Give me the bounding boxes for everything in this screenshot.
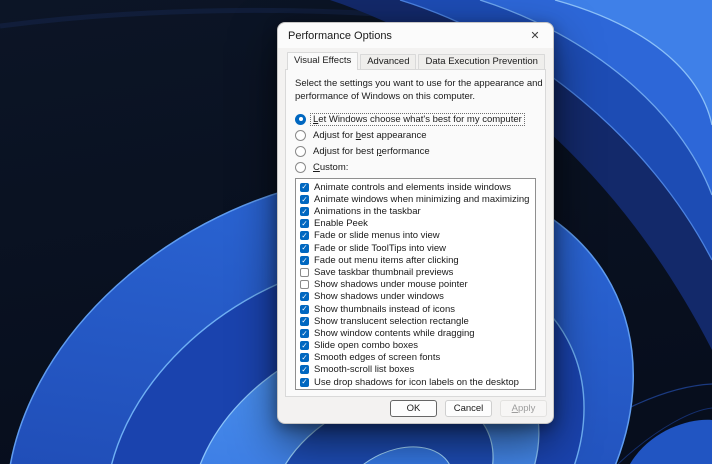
checkbox-checked-icon[interactable]: ✓: [300, 316, 309, 326]
effect-item-animate-controls-and-elements-inside-windows[interactable]: ✓ Animate controls and elements inside wi…: [297, 181, 534, 193]
effect-item-use-drop-shadows-for-icon-labels-on-the-desktop[interactable]: ✓ Use drop shadows for icon labels on the…: [297, 376, 534, 388]
dialog-button-row: OK Cancel Apply: [390, 400, 547, 417]
checkbox-unchecked-icon[interactable]: [300, 267, 309, 277]
effect-item-animate-windows-when-minimizing-and-maximizing[interactable]: ✓ Animate windows when minimizing and max…: [297, 193, 534, 205]
checkbox-checked-icon[interactable]: ✓: [300, 341, 309, 351]
effect-item-show-shadows-under-mouse-pointer[interactable]: Show shadows under mouse pointer: [297, 279, 534, 291]
effect-item-animations-in-the-taskbar[interactable]: ✓ Animations in the taskbar: [297, 205, 534, 217]
effect-item-label: Fade or slide ToolTips into view: [314, 242, 447, 254]
effect-item-label: Slide open combo boxes: [314, 340, 419, 352]
checkbox-checked-icon[interactable]: ✓: [300, 255, 309, 265]
close-icon[interactable]: ✕: [527, 28, 543, 44]
radio-button-icon[interactable]: [295, 113, 306, 125]
effect-item-label: Animations in the taskbar: [314, 206, 421, 218]
checkbox-checked-icon[interactable]: ✓: [300, 194, 309, 204]
radio-button-icon[interactable]: [295, 161, 306, 173]
effect-item-save-taskbar-thumbnail-previews[interactable]: Save taskbar thumbnail previews: [297, 266, 534, 278]
checkbox-checked-icon[interactable]: ✓: [300, 292, 309, 302]
effect-item-label: Show thumbnails instead of icons: [314, 303, 455, 315]
checkbox-checked-icon[interactable]: ✓: [300, 207, 309, 217]
effect-item-label: Show window contents while dragging: [314, 327, 475, 339]
effect-item-fade-or-slide-tooltips-into-view[interactable]: ✓ Fade or slide ToolTips into view: [297, 242, 534, 254]
radio-label: Adjust for best performance: [313, 145, 430, 157]
tab-data-execution-prevention[interactable]: Data Execution Prevention: [418, 54, 545, 69]
radio-label: Custom:: [313, 161, 349, 173]
radio-option-let-windows-choose-what-s-best-for-my-computer[interactable]: Let Windows choose what's best for my co…: [295, 111, 536, 127]
effect-item-show-thumbnails-instead-of-icons[interactable]: ✓ Show thumbnails instead of icons: [297, 303, 534, 315]
checkbox-checked-icon[interactable]: ✓: [300, 243, 309, 253]
effect-item-label: Smooth edges of screen fonts: [314, 352, 441, 364]
checkbox-checked-icon[interactable]: ✓: [300, 231, 309, 241]
dialog-titlebar[interactable]: Performance Options ✕: [278, 23, 553, 48]
desktop: Performance Options ✕ Visual Effects Adva…: [0, 0, 712, 464]
radio-label: Let Windows choose what's best for my co…: [310, 112, 525, 126]
checkbox-checked-icon[interactable]: ✓: [300, 365, 309, 375]
tab-strip: Visual Effects Advanced Data Execution Pre…: [287, 52, 547, 70]
visual-effects-tab-page: Select the settings you want to use for …: [285, 69, 546, 397]
checkbox-checked-icon[interactable]: ✓: [300, 304, 309, 314]
effect-item-smooth-edges-of-screen-fonts[interactable]: ✓ Smooth edges of screen fonts: [297, 352, 534, 364]
effect-item-show-shadows-under-windows[interactable]: ✓ Show shadows under windows: [297, 291, 534, 303]
tab-advanced[interactable]: Advanced: [360, 54, 417, 69]
effect-item-label: Fade out menu items after clicking: [314, 254, 459, 266]
checkbox-checked-icon[interactable]: ✓: [300, 377, 309, 387]
dialog-title: Performance Options: [288, 29, 392, 42]
radio-button-icon[interactable]: [295, 129, 306, 141]
effect-item-label: Save taskbar thumbnail previews: [314, 266, 454, 278]
checkbox-checked-icon[interactable]: ✓: [300, 182, 309, 192]
checkbox-checked-icon[interactable]: ✓: [300, 353, 309, 363]
effect-item-label: Fade or slide menus into view: [314, 230, 440, 242]
apply-button: Apply: [500, 400, 547, 417]
effect-item-label: Animate windows when minimizing and maxi…: [314, 193, 530, 205]
effect-item-fade-out-menu-items-after-clicking[interactable]: ✓ Fade out menu items after clicking: [297, 254, 534, 266]
effect-item-show-translucent-selection-rectangle[interactable]: ✓ Show translucent selection rectangle: [297, 315, 534, 327]
effect-item-enable-peek[interactable]: ✓ Enable Peek: [297, 218, 534, 230]
checkbox-unchecked-icon[interactable]: [300, 280, 309, 290]
radio-button-icon[interactable]: [295, 145, 306, 157]
radio-option-adjust-for-best-appearance[interactable]: Adjust for best appearance: [295, 127, 536, 143]
effect-item-label: Animate controls and elements inside win…: [314, 181, 511, 193]
performance-options-dialog: Performance Options ✕ Visual Effects Adva…: [277, 22, 554, 424]
effect-item-label: Show shadows under mouse pointer: [314, 279, 468, 291]
effect-item-slide-open-combo-boxes[interactable]: ✓ Slide open combo boxes: [297, 340, 534, 352]
radio-group: Let Windows choose what's best for my co…: [295, 111, 536, 175]
effect-item-show-window-contents-while-dragging[interactable]: ✓ Show window contents while dragging: [297, 327, 534, 339]
ok-button[interactable]: OK: [390, 400, 437, 417]
cancel-button[interactable]: Cancel: [445, 400, 492, 417]
checkbox-checked-icon[interactable]: ✓: [300, 328, 309, 338]
effect-item-label: Show shadows under windows: [314, 291, 444, 303]
effect-item-label: Use drop shadows for icon labels on the …: [314, 376, 519, 388]
effect-item-label: Show translucent selection rectangle: [314, 315, 469, 327]
effect-item-fade-or-slide-menus-into-view[interactable]: ✓ Fade or slide menus into view: [297, 230, 534, 242]
checkbox-checked-icon[interactable]: ✓: [300, 219, 309, 229]
visual-effects-listbox[interactable]: ✓ Animate controls and elements inside wi…: [295, 178, 536, 391]
radio-label: Adjust for best appearance: [313, 129, 427, 141]
settings-description: Select the settings you want to use for …: [295, 78, 543, 102]
tab-visual-effects[interactable]: Visual Effects: [287, 52, 359, 70]
effect-item-label: Enable Peek: [314, 218, 368, 230]
radio-option-custom[interactable]: Custom:: [295, 159, 536, 175]
effect-item-smooth-scroll-list-boxes[interactable]: ✓ Smooth-scroll list boxes: [297, 364, 534, 376]
radio-option-adjust-for-best-performance[interactable]: Adjust for best performance: [295, 143, 536, 159]
effect-item-label: Smooth-scroll list boxes: [314, 364, 415, 376]
